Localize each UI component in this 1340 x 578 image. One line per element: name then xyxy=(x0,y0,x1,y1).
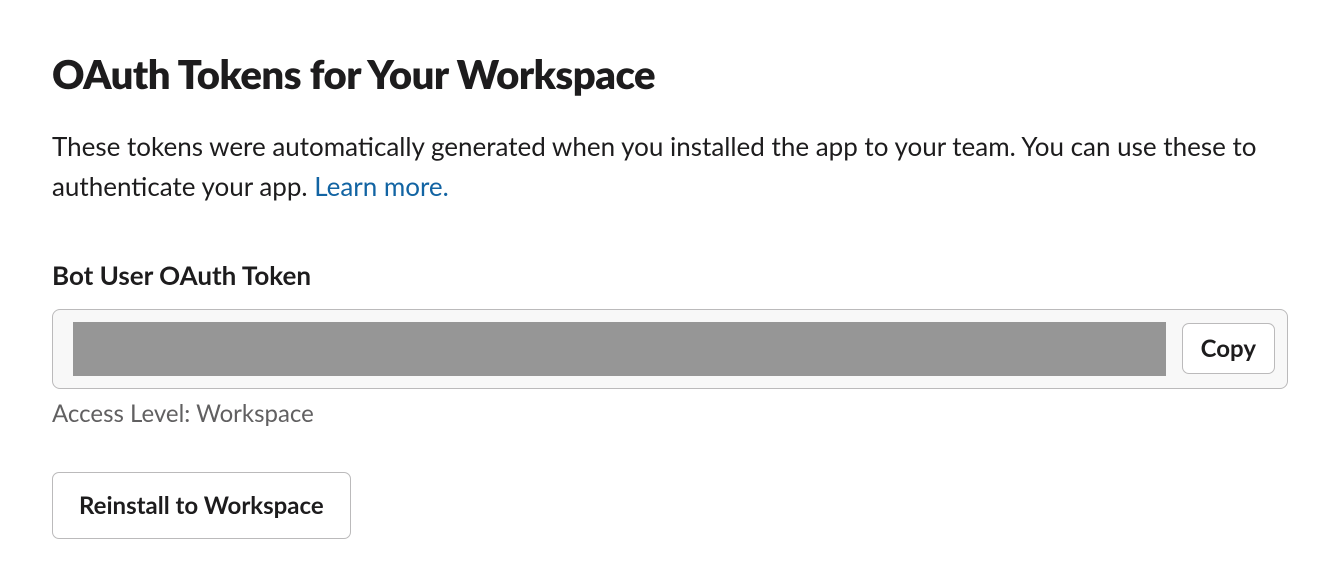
learn-more-link[interactable]: Learn more. xyxy=(314,170,449,202)
description-text: These tokens were automatically generate… xyxy=(52,130,1256,202)
page-title: OAuth Tokens for Your Workspace xyxy=(52,50,1288,98)
bot-token-redacted xyxy=(73,322,1166,376)
bot-token-row: Copy xyxy=(52,309,1288,389)
access-level-text: Access Level: Workspace xyxy=(52,399,1288,428)
bot-token-label: Bot User OAuth Token xyxy=(52,259,1288,291)
reinstall-to-workspace-button[interactable]: Reinstall to Workspace xyxy=(52,472,351,539)
tokens-description: These tokens were automatically generate… xyxy=(52,126,1288,207)
copy-button[interactable]: Copy xyxy=(1182,323,1275,374)
